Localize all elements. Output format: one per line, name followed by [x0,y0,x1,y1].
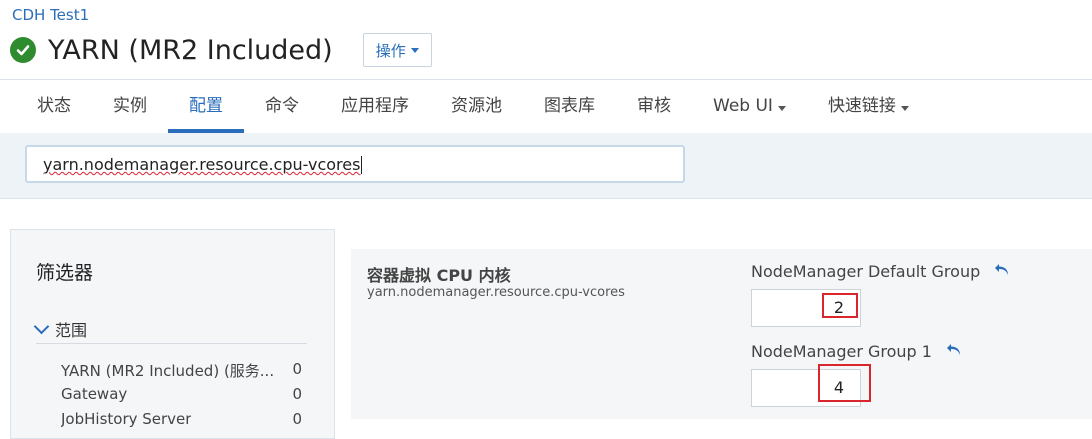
search-bar-area: yarn.nodemanager.resource.cpu-vcores [0,133,1092,199]
tab-label: 实例 [113,96,147,116]
group-name: NodeManager Group 1 [751,342,932,361]
tab-web-ui[interactable]: Web UI [692,80,807,133]
filter-item-count: 0 [292,385,302,403]
group-name: NodeManager Default Group [751,262,981,281]
config-search-input[interactable]: yarn.nodemanager.resource.cpu-vcores [25,145,685,183]
filter-panel: 筛选器 范围 YARN (MR2 Included) (服务... 0 Gate… [10,229,335,439]
tab-commands[interactable]: 命令 [244,80,320,133]
filter-item-count: 0 [292,410,302,428]
check-circle-icon [10,37,36,63]
filter-title: 筛选器 [36,262,94,284]
tab-charts-library[interactable]: 图表库 [523,80,616,133]
scope-divider [36,343,307,344]
search-input-value: yarn.nodemanager.resource.cpu-vcores [43,155,361,174]
caret-down-icon [410,47,419,53]
chevron-down-icon [33,318,50,335]
caret-down-icon [900,106,909,111]
tab-label: Web UI [713,96,773,116]
scope-label: 范围 [55,321,88,340]
tab-label: 应用程序 [341,96,409,116]
cluster-breadcrumb[interactable]: CDH Test1 [12,6,89,24]
highlight-box [818,364,871,402]
property-key: yarn.nodemanager.resource.cpu-vcores [367,285,625,300]
property-display-name: 容器虚拟 CPU 内核 [367,266,511,285]
tab-configuration[interactable]: 配置 [168,80,244,133]
service-header: YARN (MR2 Included) 操作 [10,30,432,70]
tab-instances[interactable]: 实例 [92,80,168,133]
filter-item-gateway[interactable]: Gateway 0 [61,385,302,403]
tab-bar: 状态 实例 配置 命令 应用程序 资源池 图表库 审核 Web UI 快速链接 [16,80,930,133]
tab-label: 快速链接 [827,96,896,116]
actions-label: 操作 [375,41,406,60]
undo-arrow-icon[interactable] [994,262,1010,281]
filter-item-name: JobHistory Server [61,410,192,428]
text-cursor [361,156,362,174]
tab-status[interactable]: 状态 [16,80,92,133]
filter-item-name: Gateway [61,385,128,403]
tab-applications[interactable]: 应用程序 [320,80,430,133]
config-property-row: 容器虚拟 CPU 内核 yarn.nodemanager.resource.cp… [351,249,1092,419]
filter-item-name: YARN (MR2 Included) (服务... [61,362,275,380]
tab-resource-pools[interactable]: 资源池 [430,80,523,133]
scope-toggle[interactable]: 范围 [33,317,88,341]
tab-audits[interactable]: 审核 [616,80,692,133]
tab-label: 审核 [637,96,671,116]
group-1-label: NodeManager Group 1 [751,342,962,361]
group-default-label: NodeManager Default Group [751,262,1010,281]
tab-label: 资源池 [451,96,502,116]
undo-arrow-icon[interactable] [946,342,962,361]
tab-label: 命令 [265,96,299,116]
actions-dropdown-button[interactable]: 操作 [362,33,432,67]
filter-item-service[interactable]: YARN (MR2 Included) (服务... 0 [61,360,302,381]
tab-label: 状态 [37,96,71,116]
filter-item-count: 0 [292,360,302,378]
filter-item-jobhistory[interactable]: JobHistory Server 0 [61,410,302,428]
caret-down-icon [777,106,786,111]
tab-quick-links[interactable]: 快速链接 [807,80,930,133]
page-title: YARN (MR2 Included) [48,34,333,66]
tab-label: 配置 [189,96,223,116]
highlight-box [822,293,858,318]
tab-label: 图表库 [544,96,595,116]
